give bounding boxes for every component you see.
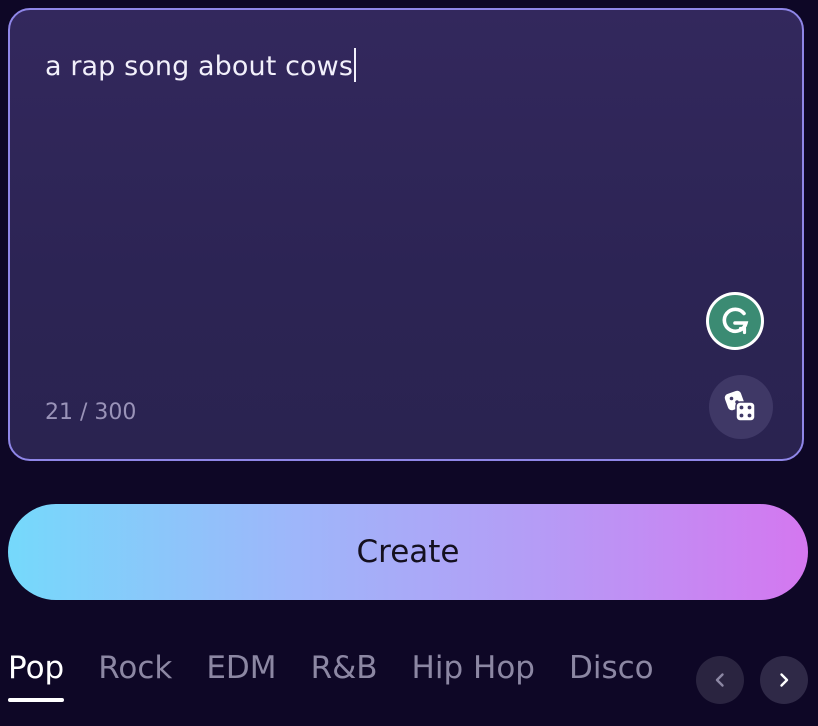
tab-rnb[interactable]: R&B [311, 650, 378, 696]
chevron-left-icon [715, 673, 724, 687]
genre-next-button[interactable] [760, 656, 808, 704]
tab-rock[interactable]: Rock [98, 650, 172, 696]
text-caret [354, 48, 357, 82]
grammarly-icon-inner [709, 295, 761, 347]
prompt-value: a rap song about cows [45, 51, 354, 82]
grammarly-icon[interactable] [706, 292, 764, 350]
dice-icon [724, 390, 756, 422]
chevron-right-icon [780, 673, 789, 687]
genre-tabs: Pop Rock EDM R&B Hip Hop Disco [8, 650, 688, 710]
tab-hip-hop[interactable]: Hip Hop [412, 650, 535, 696]
tab-pop[interactable]: Pop [8, 650, 65, 702]
prompt-text[interactable]: a rap song about cows [45, 48, 357, 82]
tab-edm[interactable]: EDM [206, 650, 276, 696]
create-button[interactable]: Create [8, 504, 808, 600]
char-counter: 21 / 300 [45, 400, 137, 425]
genre-prev-button[interactable] [696, 656, 744, 704]
random-prompt-button[interactable] [709, 375, 773, 439]
song-generator-page: a rap song about cows 21 / 300 Create Po… [0, 0, 818, 726]
prompt-textarea[interactable]: a rap song about cows 21 / 300 [8, 8, 804, 461]
tab-disco[interactable]: Disco [569, 650, 654, 696]
grammarly-g-glyph [722, 307, 749, 335]
